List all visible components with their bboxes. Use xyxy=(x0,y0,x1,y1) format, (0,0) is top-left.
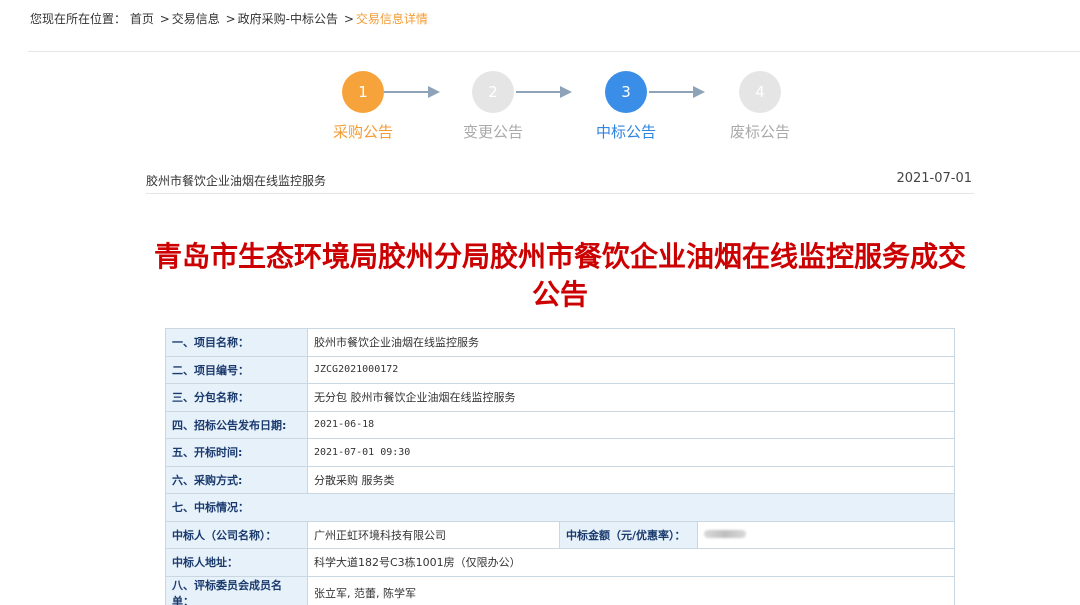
row-label: 一、项目名称： xyxy=(165,328,308,357)
breadcrumb-prefix: 您现在所在位置： xyxy=(30,12,127,26)
row-value: JZCG2021000172 xyxy=(307,355,955,384)
step-cancel[interactable]: 4 废标公告 xyxy=(715,71,805,142)
step-change[interactable]: 2 变更公告 xyxy=(448,71,538,142)
divider xyxy=(28,51,1080,52)
redacted-amount xyxy=(704,530,746,539)
notice-detail-table: 一、项目名称： 胶州市餐饮企业油烟在线监控服务 二、项目编号： JZCG2021… xyxy=(165,328,955,605)
step-number: 2 xyxy=(472,71,514,113)
breadcrumb-gov-procurement[interactable]: 政府采购-中标公告 xyxy=(238,12,338,26)
arrow-right-icon xyxy=(384,86,440,98)
step-number: 1 xyxy=(342,71,384,113)
notice-info-row: 胶州市餐饮企业油烟在线监控服务 2021-07-01 xyxy=(146,170,974,194)
publish-date: 2021-07-01 xyxy=(896,171,972,186)
notice-title: 青岛市生态环境局胶州分局胶州市餐饮企业油烟在线监控服务成交 公告 xyxy=(120,238,1000,314)
row-label: 四、招标公告发布日期: xyxy=(165,410,308,439)
row-label: 二、项目编号： xyxy=(165,355,308,384)
amount-label: 中标金额（元/优惠率）： xyxy=(559,520,698,549)
breadcrumb: 您现在所在位置： 首页 > 交易信息 > 政府采购-中标公告 > 交易信息详情 xyxy=(30,10,428,27)
table-row: 二、项目编号： JZCG2021000172 xyxy=(165,355,955,384)
row-label: 三、分包名称： xyxy=(165,383,308,412)
progress-steps: 1 采购公告 2 变更公告 3 中标公告 4 废标公告 xyxy=(318,71,818,146)
row-value: 胶州市餐饮企业油烟在线监控服务 xyxy=(307,328,955,357)
table-row: 八、评标委员会成员名单： 张立军, 范蕾, 陈学军 xyxy=(165,575,955,605)
step-number: 4 xyxy=(739,71,781,113)
row-value: 2021-06-18 xyxy=(307,410,955,439)
breadcrumb-current: 交易信息详情 xyxy=(355,12,428,26)
address-value: 科学大道182号C3栋1001房（仅限办公） xyxy=(307,548,955,577)
step-label: 废标公告 xyxy=(729,123,790,141)
step-award[interactable]: 3 中标公告 xyxy=(581,71,671,142)
committee-label: 八、评标委员会成员名单： xyxy=(165,575,308,605)
table-row: 三、分包名称： 无分包 胶州市餐饮企业油烟在线监控服务 xyxy=(165,383,955,412)
step-procurement[interactable]: 1 采购公告 xyxy=(318,71,408,142)
breadcrumb-sep: > xyxy=(225,12,236,26)
breadcrumb-sep: > xyxy=(159,12,170,26)
step-label: 变更公告 xyxy=(462,123,523,141)
row-value: 无分包 胶州市餐饮企业油烟在线监控服务 xyxy=(307,383,955,412)
step-label: 采购公告 xyxy=(332,123,393,141)
table-row: 中标人（公司名称）： 广州正虹环境科技有限公司 中标金额（元/优惠率）： xyxy=(165,520,955,549)
amount-value xyxy=(697,520,955,549)
table-row: 中标人地址： 科学大道182号C3栋1001房（仅限办公） xyxy=(165,548,955,577)
arrow-right-icon xyxy=(649,86,705,98)
row-label: 五、开标时间: xyxy=(165,438,308,467)
breadcrumb-sep: > xyxy=(343,12,354,26)
table-row: 五、开标时间: 2021-07-01 09:30 xyxy=(165,438,955,467)
step-label: 中标公告 xyxy=(595,123,656,141)
address-label: 中标人地址： xyxy=(165,548,308,577)
breadcrumb-trade-info[interactable]: 交易信息 xyxy=(172,12,220,26)
table-row: 一、项目名称： 胶州市餐饮企业油烟在线监控服务 xyxy=(165,328,955,357)
table-row: 六、采购方式: 分散采购 服务类 xyxy=(165,465,955,494)
row-value: 分散采购 服务类 xyxy=(307,465,955,494)
winner-value: 广州正虹环境科技有限公司 xyxy=(307,520,560,549)
notice-title-line1: 青岛市生态环境局胶州分局胶州市餐饮企业油烟在线监控服务成交 xyxy=(153,240,966,273)
notice-title-line2: 公告 xyxy=(531,278,588,311)
committee-value: 张立军, 范蕾, 陈学军 xyxy=(307,575,955,605)
row-value: 2021-07-01 09:30 xyxy=(307,438,955,467)
section-label: 七、中标情况： xyxy=(165,493,955,522)
step-number: 3 xyxy=(605,71,647,113)
table-row: 四、招标公告发布日期: 2021-06-18 xyxy=(165,410,955,439)
row-label: 六、采购方式: xyxy=(165,465,308,494)
arrow-right-icon xyxy=(516,86,572,98)
winner-label: 中标人（公司名称）： xyxy=(165,520,308,549)
breadcrumb-home[interactable]: 首页 xyxy=(130,12,154,26)
project-name: 胶州市餐饮企业油烟在线监控服务 xyxy=(146,174,327,188)
table-section-row: 七、中标情况： xyxy=(165,493,955,522)
